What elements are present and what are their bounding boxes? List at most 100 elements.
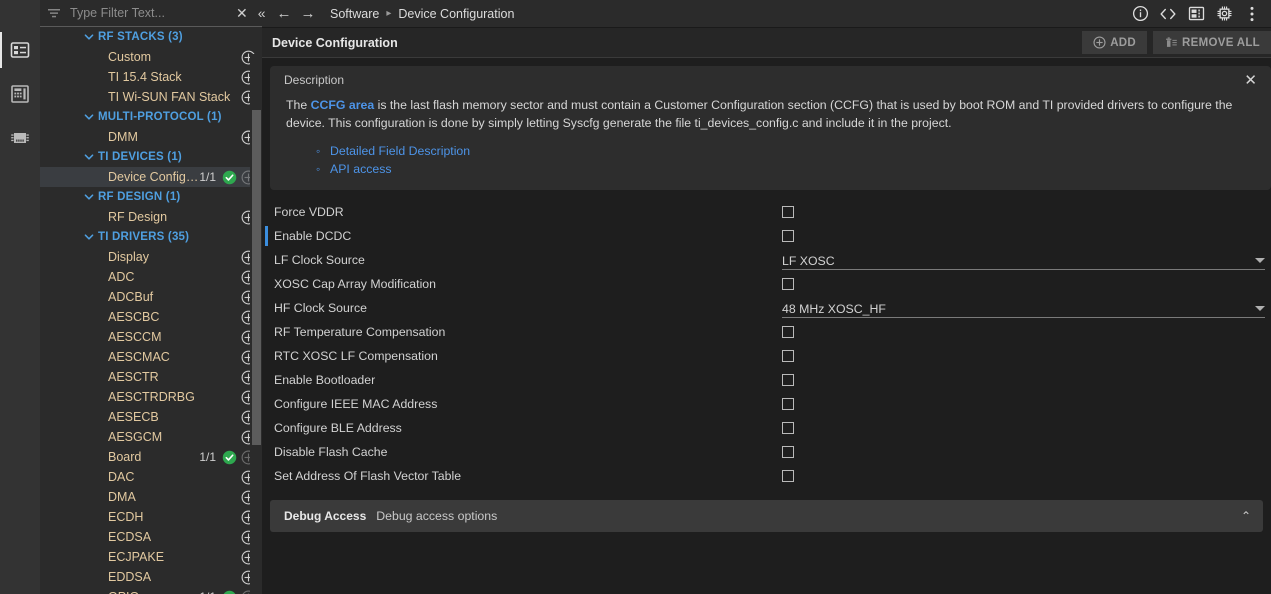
checkbox[interactable] <box>782 326 794 338</box>
tree-item-label: AESCBC <box>108 310 241 324</box>
tree-item[interactable]: ECDSA <box>40 527 262 547</box>
tree-item-label: Display <box>108 250 241 264</box>
field-row: Set Address Of Flash Vector Table <box>262 464 1271 488</box>
tree-item[interactable]: AESCTRDRBG <box>40 387 262 407</box>
field-control <box>782 326 1271 338</box>
checkbox[interactable] <box>782 278 794 290</box>
breadcrumb-item-software[interactable]: Software <box>330 7 379 21</box>
field-control <box>782 206 1271 218</box>
filter-input[interactable] <box>62 6 231 20</box>
top-bar: ← → Software ▸ Device Configuration <box>262 0 1271 28</box>
tree-item[interactable]: ECDH <box>40 507 262 527</box>
main-area: ← → Software ▸ Device Configuration <box>262 0 1271 594</box>
status-ok-icon <box>222 450 237 465</box>
field-list: Force VDDREnable DCDCLF Clock SourceLF X… <box>262 200 1271 488</box>
tree-item[interactable]: AESCBC <box>40 307 262 327</box>
tree-item[interactable]: Device Configur...1/1 <box>40 167 262 187</box>
tree-item[interactable]: AESCMAC <box>40 347 262 367</box>
field-row: Enable Bootloader <box>262 368 1271 392</box>
rail-button-structure[interactable] <box>0 28 40 72</box>
tree-item[interactable]: GPIO1/1 <box>40 587 262 594</box>
sidebar-scrollbar-thumb[interactable] <box>252 110 261 445</box>
list-item[interactable]: Detailed Field Description <box>316 142 1255 160</box>
description-card: Description ✕ The CCFG area is the last … <box>270 66 1271 190</box>
field-row: HF Clock Source48 MHz XOSC_HF <box>262 296 1271 320</box>
checkbox[interactable] <box>782 230 794 242</box>
description-text-before: The <box>286 98 311 112</box>
checkbox[interactable] <box>782 446 794 458</box>
tree-item-label: ECJPAKE <box>108 550 241 564</box>
back-button[interactable]: ← <box>272 2 296 26</box>
list-item[interactable]: API access <box>316 160 1255 178</box>
breadcrumb-item-device-configuration[interactable]: Device Configuration <box>398 7 514 21</box>
tree-group[interactable]: TI DEVICES (1) <box>40 147 262 167</box>
tree-item[interactable]: EDDSA <box>40 567 262 587</box>
top-bar-actions <box>1127 2 1265 26</box>
tree-item[interactable]: ECJPAKE <box>40 547 262 567</box>
tree-item-label: ECDSA <box>108 530 241 544</box>
tree-group[interactable]: TI DRIVERS (35) <box>40 227 262 247</box>
checkbox[interactable] <box>782 422 794 434</box>
tree-item[interactable]: ADC <box>40 267 262 287</box>
code-icon[interactable] <box>1155 2 1181 26</box>
tree-item[interactable]: TI Wi-SUN FAN Stack <box>40 87 262 107</box>
tree-item-label: EDDSA <box>108 570 241 584</box>
field-row: RF Temperature Compensation <box>262 320 1271 344</box>
structure-icon <box>9 39 31 61</box>
tree-group[interactable]: MULTI-PROTOCOL (1) <box>40 107 262 127</box>
remove-all-button-label: REMOVE ALL <box>1182 37 1260 49</box>
tree-item-label: DMM <box>108 130 241 144</box>
field-row: LF Clock SourceLF XOSC <box>262 248 1271 272</box>
chevron-down-icon <box>1255 258 1265 263</box>
add-button[interactable]: ADD <box>1082 31 1147 54</box>
tree-item[interactable]: Board1/1 <box>40 447 262 467</box>
field-control <box>782 278 1271 290</box>
info-icon[interactable] <box>1127 2 1153 26</box>
tree-item[interactable]: TI 15.4 Stack <box>40 67 262 87</box>
tree-item[interactable]: AESGCM <box>40 427 262 447</box>
field-label: RTC XOSC LF Compensation <box>274 349 782 363</box>
tree-item[interactable]: DMA <box>40 487 262 507</box>
forward-button[interactable]: → <box>296 2 320 26</box>
close-description-icon[interactable]: ✕ <box>1240 73 1261 88</box>
chevron-down-icon <box>84 112 94 122</box>
field-control: LF XOSC <box>782 250 1271 270</box>
remove-all-button[interactable]: REMOVE ALL <box>1153 31 1271 54</box>
tree-item[interactable]: Display <box>40 247 262 267</box>
checkbox[interactable] <box>782 398 794 410</box>
debug-access-section[interactable]: Debug Access Debug access options ⌃ <box>270 500 1263 532</box>
field-row: Configure IEEE MAC Address <box>262 392 1271 416</box>
select-control[interactable]: LF XOSC <box>782 250 1265 270</box>
page-title: Device Configuration <box>272 36 1076 50</box>
chip-settings-icon[interactable] <box>1211 2 1237 26</box>
tree-group[interactable]: RF STACKS (3) <box>40 27 262 47</box>
checkbox[interactable] <box>782 206 794 218</box>
field-control <box>782 470 1271 482</box>
sidebar-scrollbar-track[interactable] <box>250 54 262 594</box>
tree-item[interactable]: ADCBuf <box>40 287 262 307</box>
tree-item[interactable]: DAC <box>40 467 262 487</box>
tree-item-label: GPIO <box>108 590 199 594</box>
tree-item-label: Device Configur... <box>108 170 199 184</box>
checkbox[interactable] <box>782 374 794 386</box>
tree-item[interactable]: RF Design <box>40 207 262 227</box>
ccfg-area-link[interactable]: CCFG area <box>311 98 375 112</box>
checkbox[interactable] <box>782 350 794 362</box>
rail-button-calculator[interactable] <box>0 72 40 116</box>
layout-icon[interactable] <box>1183 2 1209 26</box>
tree-item[interactable]: Custom <box>40 47 262 67</box>
rail-button-chip[interactable] <box>0 116 40 160</box>
collapse-sidebar-icon[interactable]: « <box>253 6 271 20</box>
tree-item[interactable]: AESCCM <box>40 327 262 347</box>
more-options-icon[interactable] <box>1239 2 1265 26</box>
plus-circle-icon <box>1093 36 1106 49</box>
checkbox[interactable] <box>782 470 794 482</box>
tree-item[interactable]: AESCTR <box>40 367 262 387</box>
tree-item[interactable]: DMM <box>40 127 262 147</box>
tree-group[interactable]: RF DESIGN (1) <box>40 187 262 207</box>
tree-item[interactable]: AESECB <box>40 407 262 427</box>
select-control[interactable]: 48 MHz XOSC_HF <box>782 298 1265 318</box>
chevron-up-icon[interactable]: ⌃ <box>1241 509 1251 523</box>
debug-access-title: Debug Access <box>284 509 366 523</box>
clear-filter-icon[interactable]: ✕ <box>231 6 253 20</box>
